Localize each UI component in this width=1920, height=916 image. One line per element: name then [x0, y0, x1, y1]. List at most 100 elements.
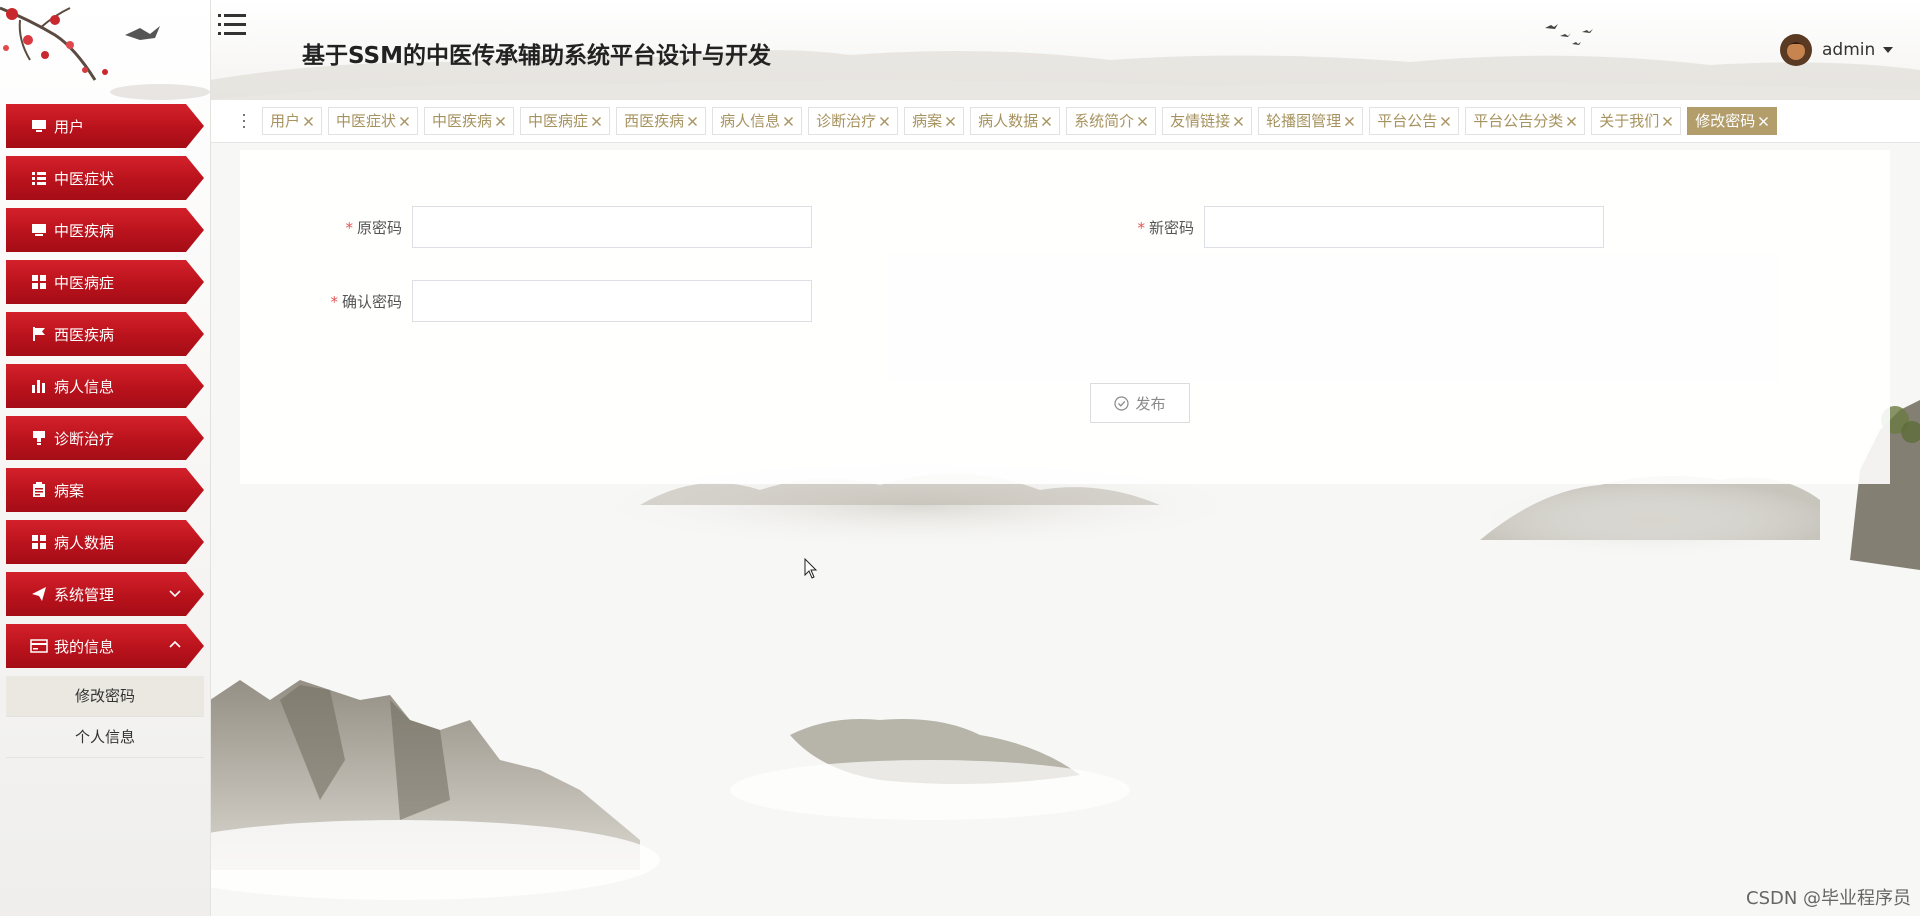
tab-label: 关于我们	[1599, 112, 1660, 130]
sidebar-item-label: 诊断治疗	[54, 429, 115, 448]
close-icon[interactable]	[783, 116, 794, 127]
tab-label: 系统简介	[1074, 112, 1135, 130]
close-icon[interactable]	[1440, 116, 1451, 127]
paper-plane-icon	[30, 585, 48, 603]
tab-label: 中医症状	[336, 112, 397, 130]
tab-item[interactable]: 中医症状	[328, 107, 419, 135]
tab-label: 平台公告	[1377, 112, 1438, 130]
sidebar-item-label: 中医病症	[54, 273, 115, 292]
tab-item[interactable]: 轮播图管理	[1258, 107, 1364, 135]
tab-label: 病案	[912, 112, 943, 130]
sidebar-item-label: 病人数据	[54, 533, 115, 552]
tab-item[interactable]: 友情链接	[1162, 107, 1253, 135]
submenu-item-personal-info[interactable]: 个人信息	[6, 717, 204, 758]
tab-item[interactable]: 病人信息	[712, 107, 803, 135]
tab-item[interactable]: 西医疾病	[616, 107, 707, 135]
sidebar-item-label: 中医疾病	[54, 221, 115, 240]
sidebar-item-medical-records[interactable]: 病案	[6, 468, 204, 512]
tab-label: 中医疾病	[432, 112, 493, 130]
close-icon[interactable]	[1137, 116, 1148, 127]
close-icon[interactable]	[1233, 116, 1244, 127]
new-password-input[interactable]	[1204, 206, 1604, 248]
tab-item[interactable]: 诊断治疗	[808, 107, 899, 135]
tab-item[interactable]: 系统简介	[1066, 107, 1157, 135]
sidebar-item-western-diseases[interactable]: 西医疾病	[6, 312, 204, 356]
close-icon[interactable]	[303, 116, 314, 127]
sidebar-item-patient-data[interactable]: 病人数据	[6, 520, 204, 564]
required-mark: *	[1137, 218, 1145, 237]
change-password-form: * 原密码 * 新密码 * 确认密码 发布	[240, 150, 1890, 484]
old-password-input[interactable]	[412, 206, 812, 248]
tab-item[interactable]: 中医病症	[520, 107, 611, 135]
close-icon[interactable]	[1566, 116, 1577, 127]
tabs-bar: 用户 中医症状 中医疾病 中医病症 西医疾病 病人信息 诊断治疗 病案 病人数据 系统简介 友情链接…	[210, 100, 1920, 143]
top-header: 基于SSM的中医传承辅助系统平台设计与开发 admin	[210, 0, 1920, 100]
required-mark: *	[330, 292, 338, 311]
user-menu[interactable]: admin	[1780, 32, 1894, 68]
close-icon[interactable]	[879, 116, 890, 127]
close-icon[interactable]	[687, 116, 698, 127]
tab-label: 西医疾病	[624, 112, 685, 130]
sidebar-item-patient-info[interactable]: 病人信息	[6, 364, 204, 408]
publish-button-label: 发布	[1135, 394, 1166, 413]
tab-item[interactable]: 病人数据	[970, 107, 1061, 135]
old-password-label: * 原密码	[345, 218, 402, 237]
sidebar-item-label: 西医疾病	[54, 325, 115, 344]
grid-icon	[30, 533, 48, 551]
close-icon[interactable]	[591, 116, 602, 127]
sidebar-item-tcm-diseases[interactable]: 中医疾病	[6, 208, 204, 252]
tab-item[interactable]: 平台公告	[1369, 107, 1460, 135]
close-icon[interactable]	[399, 116, 410, 127]
user-name: admin	[1822, 40, 1876, 60]
publish-button[interactable]: 发布	[1090, 383, 1190, 423]
close-icon[interactable]	[1041, 116, 1052, 127]
close-icon[interactable]	[1662, 116, 1673, 127]
tab-label: 友情链接	[1170, 112, 1231, 130]
app-title: 基于SSM的中医传承辅助系统平台设计与开发	[302, 43, 771, 69]
sidebar-item-system-management[interactable]: 系统管理	[6, 572, 204, 616]
bar-chart-icon	[30, 377, 48, 395]
sidebar-item-user[interactable]: 用户	[6, 104, 204, 148]
close-icon[interactable]	[1344, 116, 1355, 127]
tab-item[interactable]: 平台公告分类	[1465, 107, 1586, 135]
submenu-item-change-password[interactable]: 修改密码	[6, 676, 204, 717]
close-icon[interactable]	[945, 116, 956, 127]
tab-label: 修改密码	[1695, 112, 1756, 130]
tab-label: 诊断治疗	[816, 112, 877, 130]
desktop-icon	[30, 221, 48, 239]
avatar	[1780, 34, 1812, 66]
tab-item[interactable]: 用户	[262, 107, 323, 135]
grid-icon	[30, 273, 48, 291]
tab-label: 病人信息	[720, 112, 781, 130]
sidebar-item-label: 用户	[54, 117, 85, 136]
menu-toggle-icon[interactable]	[218, 12, 246, 38]
sidebar: 用户 中医症状 中医疾病 中医病症 西医疾病 病人信息 诊断治疗 病案 病人数据…	[0, 0, 211, 916]
close-icon[interactable]	[495, 116, 506, 127]
caret-down-icon	[1883, 47, 1894, 53]
sidebar-menu: 用户 中医症状 中医疾病 中医病症 西医疾病 病人信息 诊断治疗 病案 病人数据…	[6, 104, 204, 758]
chevron-up-icon	[169, 640, 181, 648]
list-icon	[30, 169, 48, 187]
mouse-cursor-icon	[804, 558, 818, 579]
chevron-down-icon	[169, 590, 181, 598]
tab-item[interactable]: 病案	[904, 107, 965, 135]
plum-blossom-decoration	[0, 6, 210, 100]
tab-label: 病人数据	[978, 112, 1039, 130]
tab-label: 轮播图管理	[1266, 112, 1342, 130]
sidebar-item-tcm-symptoms[interactable]: 中医症状	[6, 156, 204, 200]
sidebar-item-diagnosis[interactable]: 诊断治疗	[6, 416, 204, 460]
tabs-scroll-handle-icon[interactable]	[236, 111, 252, 131]
sidebar-item-label: 我的信息	[54, 637, 115, 656]
monitor-icon	[30, 117, 48, 135]
tab-item[interactable]: 关于我们	[1591, 107, 1682, 135]
id-card-icon	[30, 637, 48, 655]
sidebar-item-tcm-syndromes[interactable]: 中医病症	[6, 260, 204, 304]
sidebar-item-my-info[interactable]: 我的信息	[6, 624, 204, 668]
new-password-label: * 新密码	[1137, 218, 1194, 237]
tab-item[interactable]: 修改密码	[1687, 107, 1778, 135]
close-icon[interactable]	[1758, 116, 1769, 127]
required-mark: *	[345, 218, 353, 237]
tab-item[interactable]: 中医疾病	[424, 107, 515, 135]
confirm-password-input[interactable]	[412, 280, 812, 322]
tab-label: 中医病症	[528, 112, 589, 130]
